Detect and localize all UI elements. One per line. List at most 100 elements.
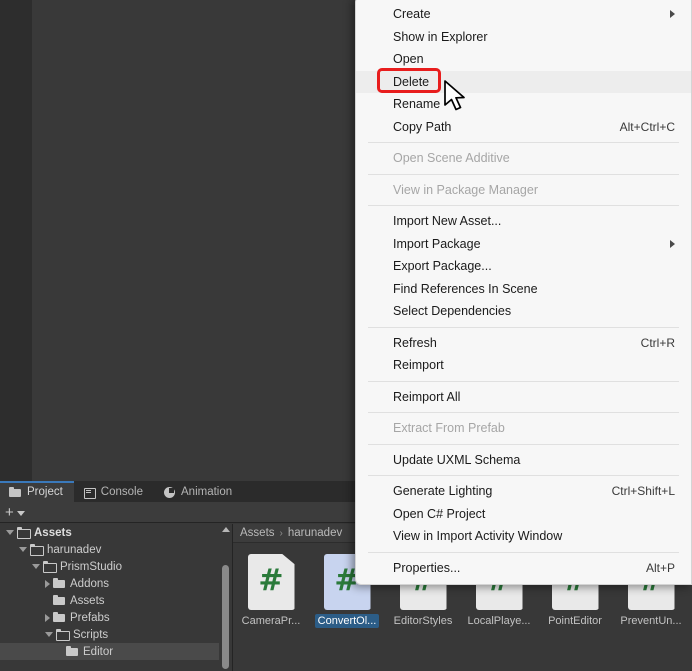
tab-animation[interactable]: Animation bbox=[154, 481, 243, 502]
folder-icon bbox=[53, 595, 66, 606]
tree-item-label: Editor bbox=[83, 645, 114, 658]
menu-separator bbox=[368, 173, 679, 175]
menu-separator bbox=[368, 142, 679, 143]
menu-item-show-in-explorer[interactable]: Show in Explorer bbox=[356, 26, 691, 49]
tree-item-assets[interactable]: Assets bbox=[0, 524, 219, 541]
menu-item-delete[interactable]: Delete bbox=[356, 70, 691, 93]
csharp-script-icon: # bbox=[247, 554, 295, 610]
twisty-open-icon[interactable] bbox=[19, 547, 27, 552]
menu-separator bbox=[368, 475, 679, 476]
breadcrumb-root[interactable]: Assets bbox=[240, 527, 275, 539]
menu-item-label: Import Package bbox=[393, 236, 481, 251]
menu-item-label: Generate Lighting bbox=[393, 484, 493, 499]
tree-item-label: Prefabs bbox=[70, 611, 110, 624]
chevron-down-icon bbox=[16, 510, 25, 516]
tree-item-editor[interactable]: Editor bbox=[0, 643, 219, 660]
menu-item-extract-from-prefab: Extract From Prefab bbox=[356, 417, 691, 440]
tree-item-addons[interactable]: Addons bbox=[0, 575, 219, 592]
menu-item-label: Export Package... bbox=[393, 259, 492, 274]
menu-separator bbox=[368, 326, 679, 328]
twisty-closed-icon[interactable] bbox=[45, 579, 50, 588]
tree-scrollbar[interactable] bbox=[219, 524, 232, 671]
menu-item-reimport-all[interactable]: Reimport All bbox=[356, 386, 691, 409]
folder-icon bbox=[56, 629, 70, 641]
menu-item-create[interactable]: Create bbox=[356, 3, 691, 26]
breadcrumb-separator-icon: › bbox=[279, 527, 283, 539]
menu-item-refresh[interactable]: Refresh Ctrl+R bbox=[356, 332, 691, 355]
menu-item-update-uxml-schema[interactable]: Update UXML Schema bbox=[356, 449, 691, 472]
asset-label: PointEditor bbox=[548, 615, 602, 627]
tab-label: Console bbox=[100, 485, 143, 498]
menu-separator bbox=[368, 380, 679, 382]
twisty-open-icon[interactable] bbox=[6, 530, 14, 535]
menu-item-select-dependencies[interactable]: Select Dependencies bbox=[356, 300, 691, 323]
menu-item-label: Open Scene Additive bbox=[393, 151, 510, 166]
menu-item-open-c-project[interactable]: Open C# Project bbox=[356, 503, 691, 526]
asset-label: PreventUn... bbox=[620, 615, 682, 627]
tree-item-prismstudio[interactable]: PrismStudio bbox=[0, 558, 219, 575]
menu-item-shortcut: Alt+P bbox=[645, 560, 675, 575]
twisty-open-icon[interactable] bbox=[32, 564, 40, 569]
menu-item-open[interactable]: Open bbox=[356, 48, 691, 71]
tab-console[interactable]: Console bbox=[74, 481, 154, 502]
menu-item-label: Open bbox=[393, 52, 424, 67]
menu-item-import-package[interactable]: Import Package bbox=[356, 233, 691, 256]
project-folder-tree[interactable]: Assets harunadev PrismStudio Addons Assets Pr… bbox=[0, 524, 219, 671]
menu-item-rename[interactable]: Rename bbox=[356, 93, 691, 116]
menu-item-label: Properties... bbox=[393, 560, 461, 575]
menu-item-label: Open C# Project bbox=[393, 506, 486, 521]
create-asset-button[interactable]: + bbox=[5, 505, 25, 520]
tree-item-label: Addons bbox=[70, 577, 110, 590]
twisty-closed-icon[interactable] bbox=[45, 613, 50, 622]
menu-item-label: View in Package Manager bbox=[393, 182, 538, 197]
tree-item-harunadev[interactable]: harunadev bbox=[0, 541, 219, 558]
asset-label: LocalPlaye... bbox=[467, 615, 531, 627]
menu-separator bbox=[368, 551, 679, 553]
twisty-open-icon[interactable] bbox=[45, 632, 53, 637]
tree-item-assets[interactable]: Assets bbox=[0, 592, 219, 609]
menu-item-generate-lighting[interactable]: Generate Lighting Ctrl+Shift+L bbox=[356, 480, 691, 503]
mouse-cursor-icon bbox=[444, 80, 465, 111]
folder-icon bbox=[9, 486, 22, 498]
folder-icon bbox=[53, 612, 66, 623]
menu-item-shortcut: Alt+Ctrl+C bbox=[619, 119, 675, 134]
unity-editor-window: Project Console Animation + Assets harunade… bbox=[0, 0, 692, 671]
menu-item-label: Extract From Prefab bbox=[393, 421, 505, 436]
chevron-right-icon bbox=[670, 10, 675, 19]
hash-glyph: # bbox=[258, 563, 284, 598]
menu-item-properties[interactable]: Properties... Alt+P bbox=[356, 557, 691, 580]
tree-item-label: harunadev bbox=[47, 543, 102, 556]
asset-label: ConvertOl... bbox=[314, 614, 380, 628]
console-icon bbox=[83, 486, 96, 499]
menu-item-import-new-asset[interactable]: Import New Asset... bbox=[356, 210, 691, 233]
menu-item-export-package[interactable]: Export Package... bbox=[356, 255, 691, 278]
tree-item-label: Assets bbox=[34, 526, 72, 539]
menu-item-view-in-package-manager: View in Package Manager bbox=[356, 179, 691, 202]
menu-item-copy-path[interactable]: Copy Path Alt+Ctrl+C bbox=[356, 116, 691, 139]
asset-label: CameraPr... bbox=[241, 615, 301, 627]
tree-item-label: PrismStudio bbox=[60, 560, 122, 573]
clock-icon bbox=[163, 486, 176, 498]
plus-icon: + bbox=[5, 503, 14, 521]
tree-item-scripts[interactable]: Scripts bbox=[0, 626, 219, 643]
asset-label: EditorStyles bbox=[393, 615, 453, 627]
menu-item-find-references-in-scene[interactable]: Find References In Scene bbox=[356, 278, 691, 301]
menu-item-reimport[interactable]: Reimport bbox=[356, 354, 691, 377]
menu-item-label: Reimport All bbox=[393, 389, 461, 404]
breadcrumb-current[interactable]: harunadev bbox=[288, 527, 342, 539]
scrollbar-thumb[interactable] bbox=[222, 565, 229, 669]
menu-separator bbox=[368, 443, 679, 445]
chevron-right-icon bbox=[670, 239, 675, 248]
menu-separator bbox=[368, 205, 679, 206]
menu-item-label: Update UXML Schema bbox=[393, 452, 521, 467]
tree-item-prefabs[interactable]: Prefabs bbox=[0, 609, 219, 626]
tab-label: Project bbox=[27, 485, 63, 498]
menu-item-label: Rename bbox=[393, 97, 441, 112]
menu-item-view-in-import-activity-window[interactable]: View in Import Activity Window bbox=[356, 525, 691, 548]
folder-icon bbox=[43, 561, 57, 573]
tab-project[interactable]: Project bbox=[0, 481, 74, 502]
folder-icon bbox=[53, 578, 66, 589]
menu-item-label: Delete bbox=[393, 74, 430, 89]
asset-item[interactable]: # CameraPr... bbox=[233, 554, 309, 671]
scroll-up-arrow-icon[interactable] bbox=[222, 527, 230, 532]
